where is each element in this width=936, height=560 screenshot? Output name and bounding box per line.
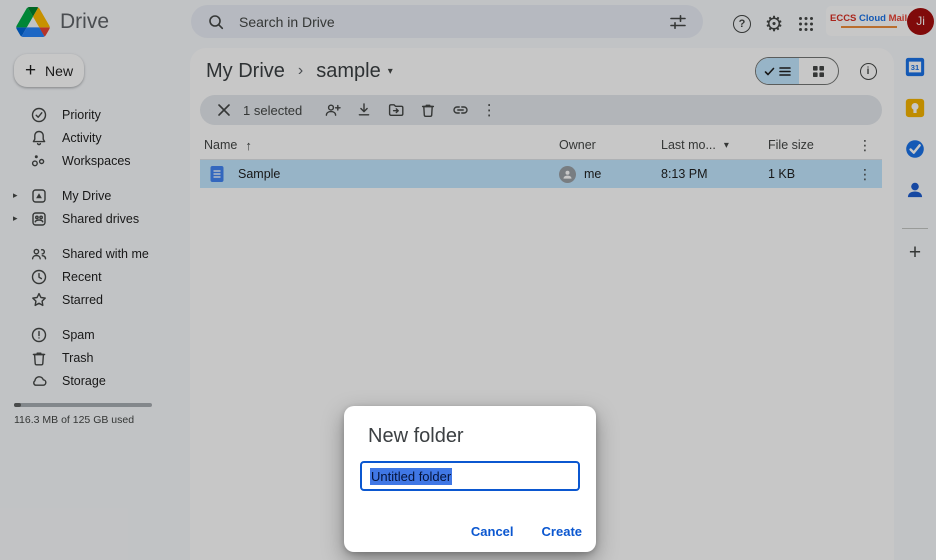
folder-name-value: Untitled folder xyxy=(370,468,452,485)
folder-name-input[interactable]: Untitled folder xyxy=(360,461,580,491)
new-folder-dialog: New folder Untitled folder Cancel Create xyxy=(344,406,596,552)
create-button[interactable]: Create xyxy=(542,524,582,539)
cancel-button[interactable]: Cancel xyxy=(471,524,514,539)
dialog-title: New folder xyxy=(368,425,464,448)
